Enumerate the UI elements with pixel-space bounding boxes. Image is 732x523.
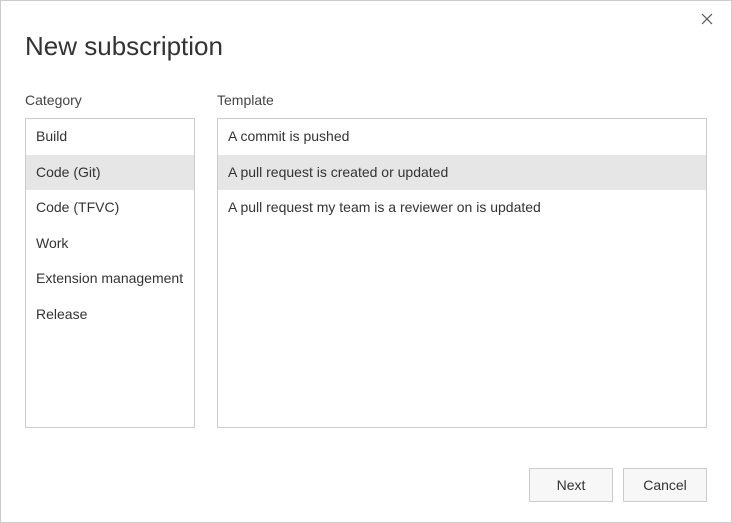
category-item[interactable]: Extension management: [26, 261, 194, 297]
category-item[interactable]: Code (Git): [26, 155, 194, 191]
category-item[interactable]: Build: [26, 119, 194, 155]
category-item[interactable]: Work: [26, 226, 194, 262]
template-item[interactable]: A pull request is created or updated: [218, 155, 706, 191]
dialog-title: New subscription: [25, 31, 707, 62]
template-label: Template: [217, 92, 707, 108]
close-icon: [701, 12, 713, 30]
template-column: Template A commit is pushedA pull reques…: [217, 92, 707, 428]
next-button[interactable]: Next: [529, 468, 613, 502]
category-item[interactable]: Release: [26, 297, 194, 333]
template-item[interactable]: A commit is pushed: [218, 119, 706, 155]
category-item[interactable]: Code (TFVC): [26, 190, 194, 226]
close-button[interactable]: [697, 11, 717, 31]
category-label: Category: [25, 92, 195, 108]
cancel-button[interactable]: Cancel: [623, 468, 707, 502]
category-listbox[interactable]: BuildCode (Git)Code (TFVC)WorkExtension …: [25, 118, 195, 428]
new-subscription-dialog: New subscription Category BuildCode (Git…: [0, 0, 732, 523]
content-area: Category BuildCode (Git)Code (TFVC)WorkE…: [25, 92, 707, 428]
category-column: Category BuildCode (Git)Code (TFVC)WorkE…: [25, 92, 195, 428]
template-listbox[interactable]: A commit is pushedA pull request is crea…: [217, 118, 707, 428]
template-item[interactable]: A pull request my team is a reviewer on …: [218, 190, 706, 226]
dialog-footer: Next Cancel: [529, 468, 707, 502]
